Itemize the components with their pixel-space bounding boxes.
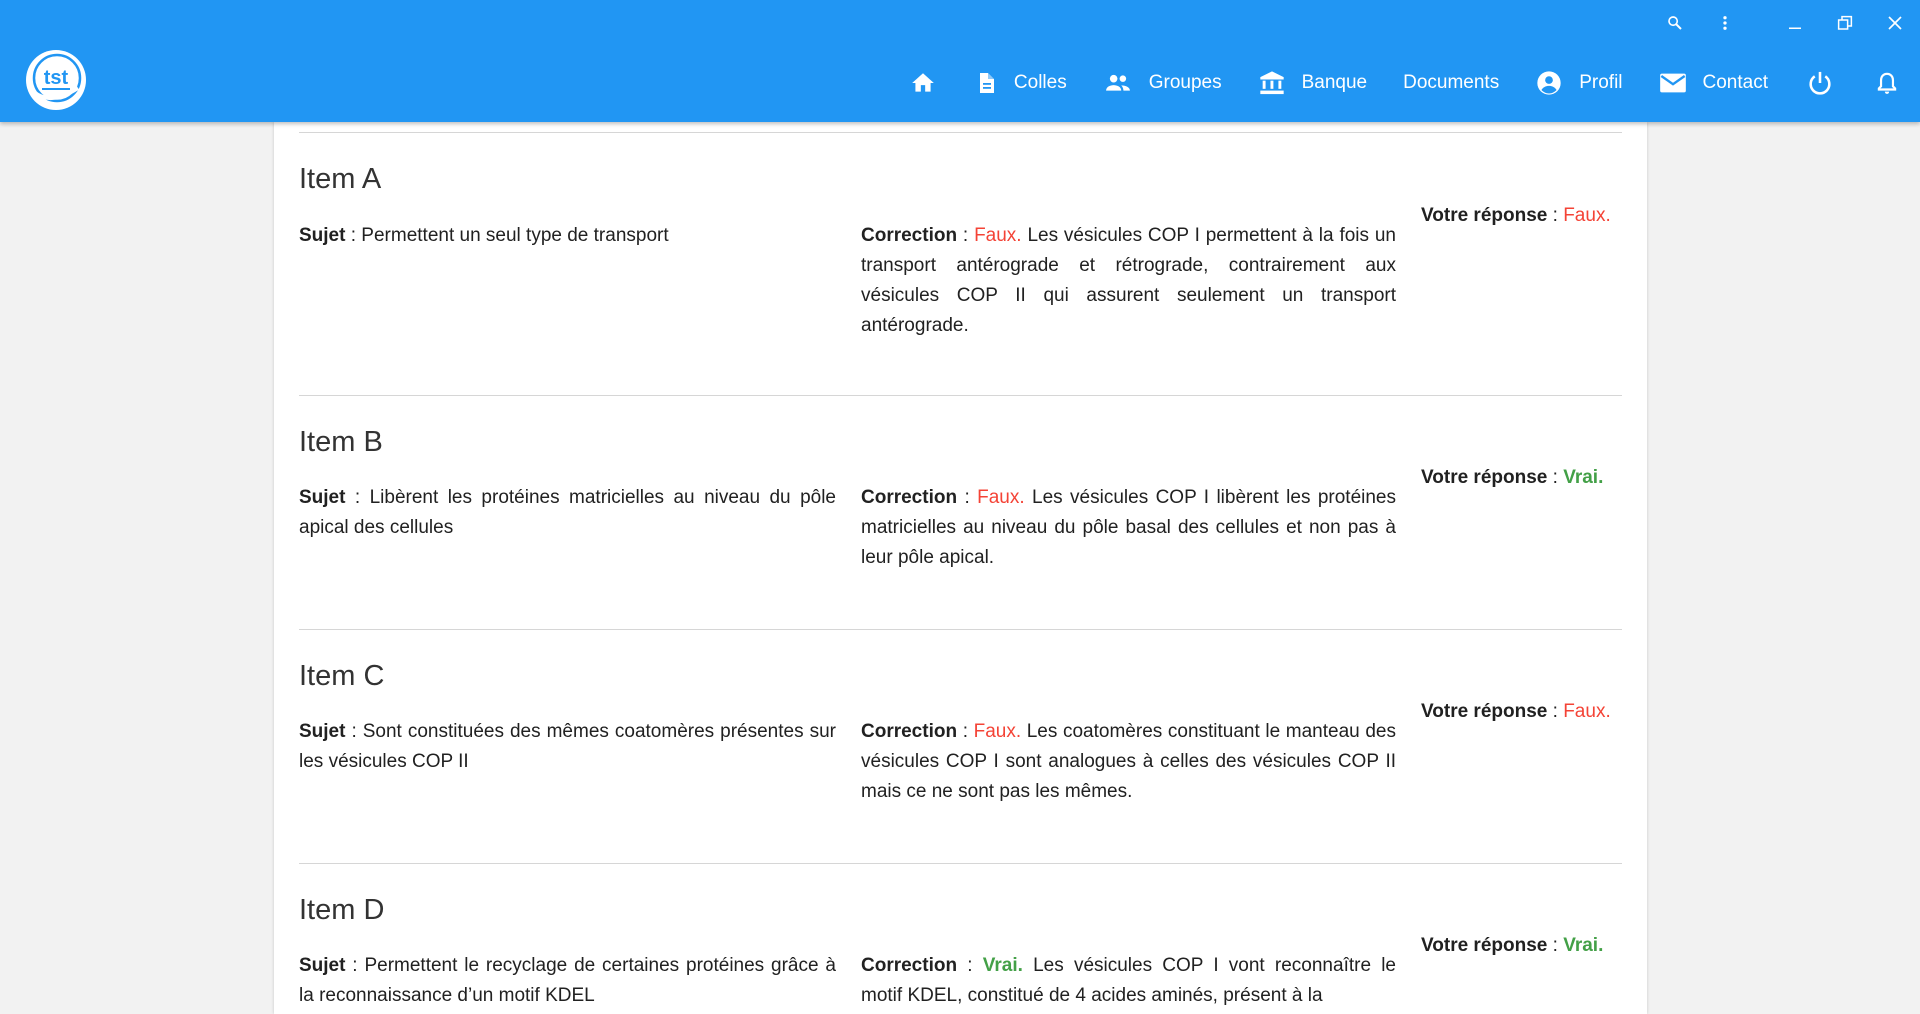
close-icon[interactable] (1870, 10, 1920, 36)
subject-label: Sujet (299, 955, 346, 976)
separator: : (345, 721, 363, 742)
correction-label: Correction (861, 487, 958, 508)
app-bar: tst Colles Groupes Banque Documents Prof… (0, 0, 1920, 122)
subject-text: Permettent un seul type de transport (361, 225, 669, 246)
subject-text: Libèrent les protéines matricielles au n… (299, 487, 836, 538)
window-controls (1650, 10, 1920, 36)
nav-colles[interactable]: Colles (956, 62, 1085, 104)
item-subject: Sujet : Libèrent les protéines matriciel… (299, 483, 836, 543)
search-icon[interactable] (1650, 10, 1700, 36)
nav-profil-label: Profil (1579, 72, 1623, 93)
subject-label: Sujet (299, 225, 346, 246)
separator: : (957, 955, 983, 976)
item-correction: Correction : Faux. Les vésicules COP I l… (861, 483, 1396, 573)
nav-colles-label: Colles (1013, 72, 1067, 93)
item-a: Item A Sujet : Permettent un seul type d… (299, 132, 1622, 395)
answer-value: Vrai. (1563, 467, 1604, 488)
correction-verdict: Faux. (974, 225, 1022, 246)
separator: : (957, 225, 975, 246)
answer-label: Votre réponse (1421, 205, 1548, 226)
item-d: Item D Sujet : Permettent le recyclage d… (299, 863, 1622, 1014)
nav-banque-label: Banque (1301, 72, 1368, 93)
nav-groupes-label: Groupes (1148, 72, 1222, 93)
correction-verdict: Vrai. (982, 955, 1023, 976)
answer-value: Faux. (1563, 205, 1611, 226)
nav-home[interactable] (890, 62, 956, 104)
nav-contact[interactable]: Contact (1641, 62, 1786, 104)
item-correction: Correction : Faux. Les vésicules COP I p… (861, 221, 1396, 341)
separator: : (957, 721, 974, 742)
item-answer: Votre réponse : Faux. (1421, 201, 1621, 231)
item-title: Item A (299, 163, 382, 195)
nav-groupes[interactable]: Groupes (1085, 62, 1240, 104)
separator: : (345, 225, 362, 246)
account-circle-icon (1535, 69, 1563, 97)
correction-card: Item A Sujet : Permettent un seul type d… (274, 122, 1647, 1014)
separator: : (345, 487, 370, 508)
restore-icon[interactable] (1820, 10, 1870, 36)
nav-profil[interactable]: Profil (1517, 62, 1640, 104)
correction-label: Correction (861, 721, 958, 742)
separator: : (1547, 935, 1564, 956)
nav-contact-label: Contact (1702, 72, 1768, 93)
item-title: Item C (299, 660, 385, 692)
item-correction: Correction : Vrai. Les vésicules COP I v… (861, 951, 1396, 1011)
main-nav: Colles Groupes Banque Documents Profil C… (890, 62, 1920, 104)
svg-text:tst: tst (44, 67, 69, 89)
correction-label: Correction (861, 955, 958, 976)
item-title: Item B (299, 426, 383, 458)
answer-label: Votre réponse (1421, 467, 1548, 488)
separator: : (1547, 701, 1564, 722)
nav-logout[interactable] (1786, 62, 1854, 104)
item-answer: Votre réponse : Faux. (1421, 697, 1621, 727)
nav-banque[interactable]: Banque (1240, 62, 1386, 104)
correction-verdict: Faux. (973, 721, 1022, 742)
more-vert-icon[interactable] (1700, 10, 1750, 36)
tst-logo[interactable]: tst (20, 48, 92, 112)
group-icon (1103, 70, 1133, 96)
item-b: Item B Sujet : Libèrent les protéines ma… (299, 395, 1622, 629)
nav-notifications[interactable] (1854, 62, 1920, 104)
separator: : (345, 955, 365, 976)
separator: : (1547, 467, 1564, 488)
separator: : (1547, 205, 1564, 226)
bell-icon (1874, 69, 1900, 97)
item-title: Item D (299, 894, 385, 926)
subject-label: Sujet (299, 721, 346, 742)
nav-documents[interactable]: Documents (1385, 62, 1517, 104)
home-icon (910, 70, 936, 96)
subject-label: Sujet (299, 487, 346, 508)
separator: : (957, 487, 978, 508)
item-subject: Sujet : Permettent le recyclage de certa… (299, 951, 836, 1011)
correction-label: Correction (861, 225, 958, 246)
bank-icon (1258, 69, 1286, 97)
correction-verdict: Faux. (977, 487, 1025, 508)
mail-icon (1659, 71, 1687, 95)
item-correction: Correction : Faux. Les coatomères consti… (861, 717, 1396, 807)
minimize-icon[interactable] (1770, 10, 1820, 36)
document-icon (974, 69, 998, 97)
item-subject: Sujet : Permettent un seul type de trans… (299, 221, 836, 251)
item-c: Item C Sujet : Sont constituées des même… (299, 629, 1622, 863)
window-controls-gap (1750, 10, 1770, 36)
nav-documents-label: Documents (1403, 72, 1500, 93)
item-answer: Votre réponse : Vrai. (1421, 931, 1621, 961)
subject-text: Sont constituées des mêmes coatomères pr… (299, 721, 836, 772)
answer-value: Faux. (1563, 701, 1611, 722)
item-subject: Sujet : Sont constituées des mêmes coato… (299, 717, 836, 777)
answer-value: Vrai. (1563, 935, 1604, 956)
power-icon (1806, 69, 1834, 97)
answer-label: Votre réponse (1421, 701, 1548, 722)
item-answer: Votre réponse : Vrai. (1421, 463, 1621, 493)
answer-label: Votre réponse (1421, 935, 1548, 956)
subject-text: Permettent le recyclage de certaines pro… (299, 955, 836, 1006)
